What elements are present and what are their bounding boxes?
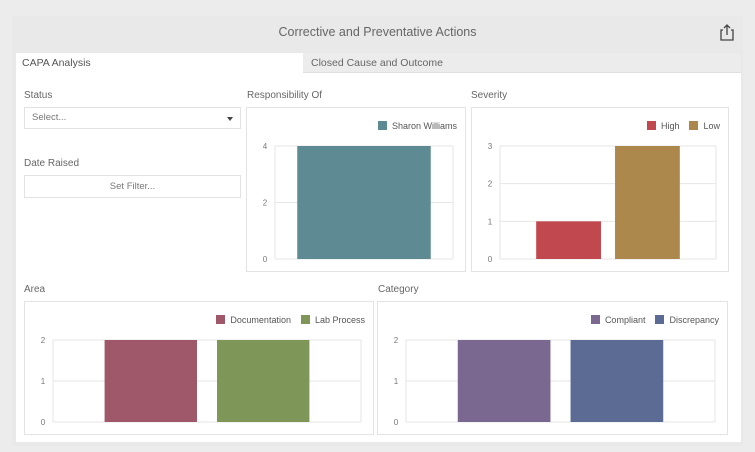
y-tick-label: 0 <box>394 418 399 427</box>
y-tick-label: 0 <box>488 255 493 264</box>
y-tick-label: 1 <box>41 377 46 386</box>
y-tick-label: 2 <box>41 336 46 345</box>
y-tick-label: 2 <box>263 199 268 208</box>
dashboard-title: Corrective and Preventative Actions <box>278 25 477 39</box>
tab-capa-analysis[interactable]: CAPA Analysis <box>16 53 303 73</box>
bar-sharon-williams[interactable] <box>297 146 431 259</box>
chart-plot: 0 1 2 3 <box>488 142 717 264</box>
chart-plot: 0 1 2 <box>41 336 362 427</box>
tab-label: Closed Cause and Outcome <box>311 57 443 69</box>
bar-high[interactable] <box>536 221 601 259</box>
share-export-icon[interactable] <box>719 23 735 41</box>
date-raised-label: Date Raised <box>24 158 80 169</box>
chart-plot: 0 1 2 <box>394 336 716 427</box>
y-tick-label: 1 <box>394 377 399 386</box>
severity-chart: High Low 0123 <box>471 107 729 272</box>
area-chart: Documentation Lab Process 012 <box>24 301 374 435</box>
chart-title: Severity <box>471 90 508 101</box>
bar-lab-process[interactable] <box>217 340 310 422</box>
y-tick-label: 2 <box>394 336 399 345</box>
y-tick-label: 2 <box>488 180 493 189</box>
y-tick-label: 0 <box>41 418 46 427</box>
status-select[interactable]: Select... <box>24 107 241 129</box>
responsibility-chart: Sharon Williams 024 <box>246 107 466 272</box>
tab-closed-cause-outcome[interactable]: Closed Cause and Outcome <box>303 53 741 73</box>
y-tick-label: 4 <box>263 142 268 151</box>
y-tick-label: 0 <box>263 255 268 264</box>
date-raised-filter-button[interactable]: Set Filter... <box>24 175 241 198</box>
bar-compliant[interactable] <box>457 340 551 422</box>
y-tick-label: 1 <box>488 217 493 226</box>
chart-title: Category <box>378 284 419 295</box>
category-chart: Compliant Discrepancy 012 <box>377 301 728 435</box>
chart-title: Responsibility Of <box>247 90 323 101</box>
bar-discrepancy[interactable] <box>570 340 664 422</box>
bar-documentation[interactable] <box>104 340 197 422</box>
dashboard: Corrective and Preventative Actions CAPA… <box>12 16 743 446</box>
status-label: Status <box>24 90 53 101</box>
y-tick-label: 3 <box>488 142 493 151</box>
bar-low[interactable] <box>615 146 680 259</box>
tab-content: Status Select... Date Raised Set Filter.… <box>16 73 741 442</box>
status-select-value: Select... <box>32 112 67 123</box>
tab-label: CAPA Analysis <box>22 57 91 69</box>
chart-plot: 0 2 4 <box>263 142 454 264</box>
tab-bar: CAPA Analysis Closed Cause and Outcome <box>16 53 741 73</box>
chevron-down-icon <box>227 117 233 121</box>
chart-title: Area <box>24 284 46 295</box>
